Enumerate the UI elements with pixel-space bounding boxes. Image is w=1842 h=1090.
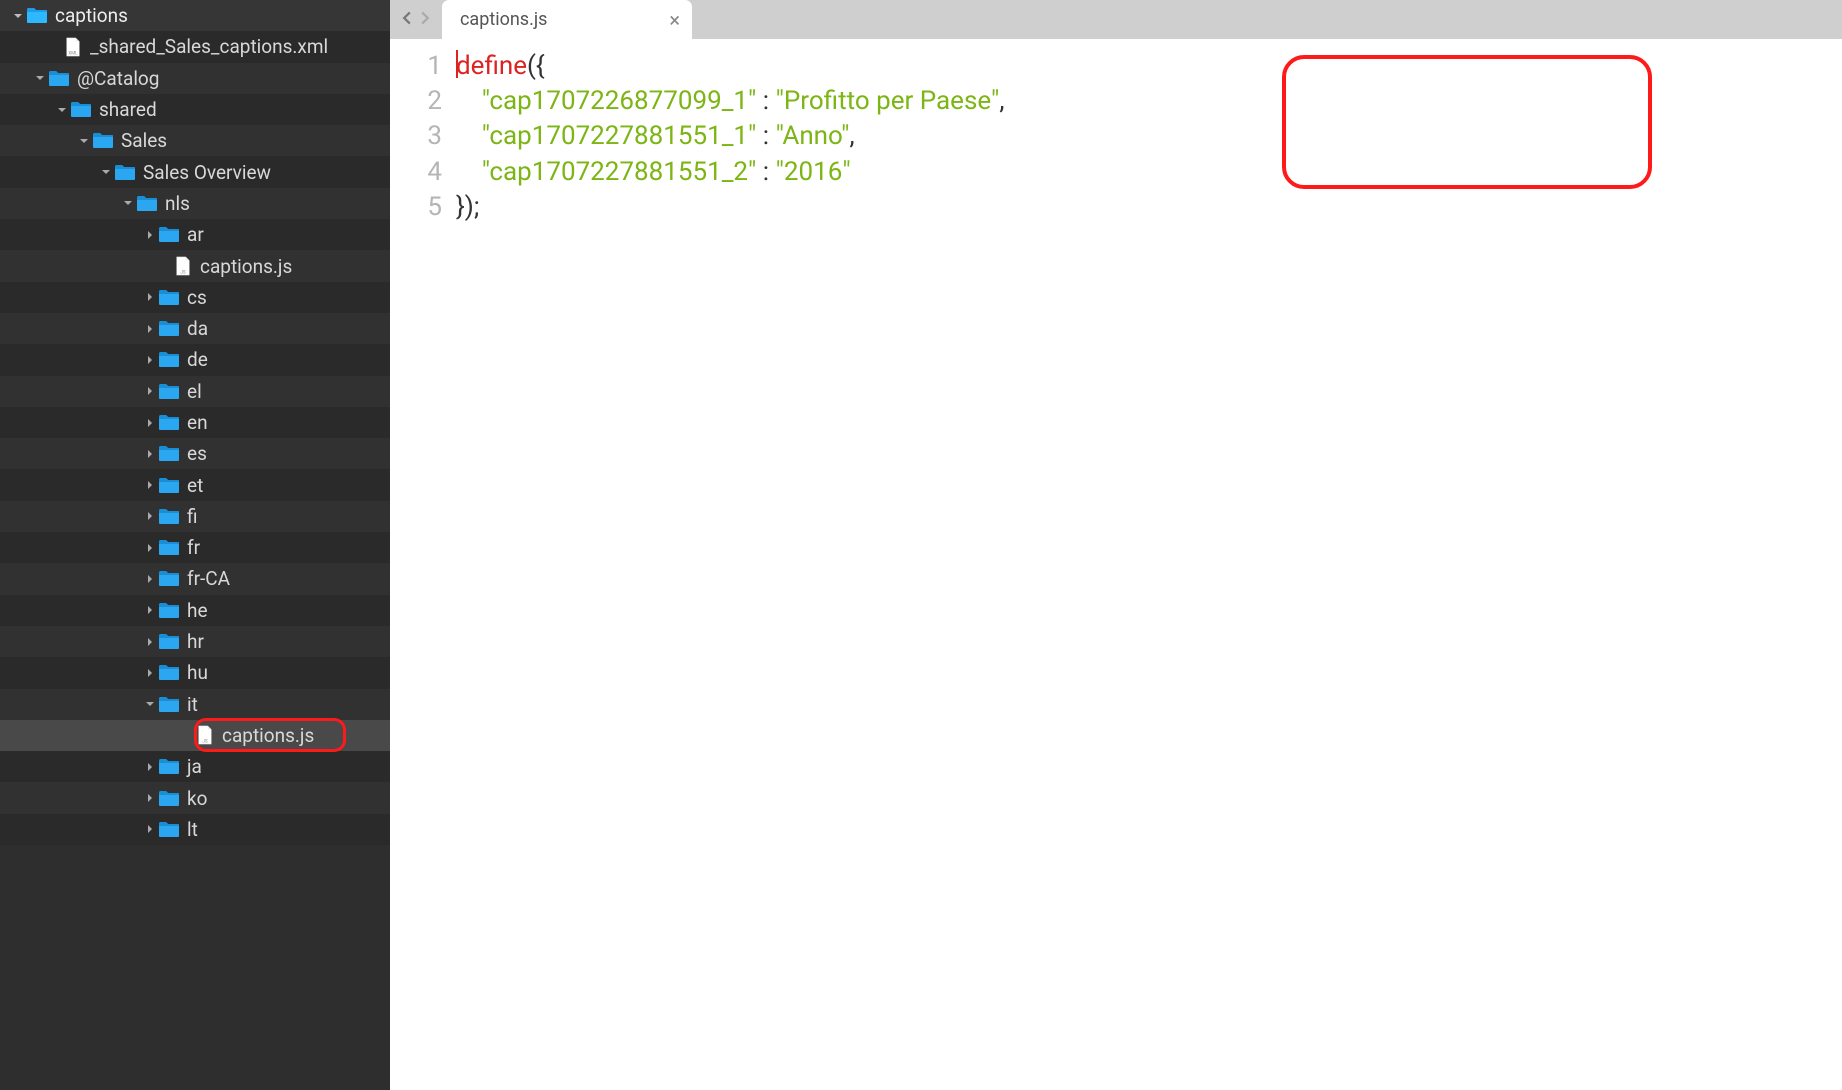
tree-item-label: da	[187, 317, 208, 340]
tree-item-label: et	[187, 474, 203, 497]
tree-item-label: Sales	[121, 129, 167, 152]
code-line: define({	[456, 49, 1842, 84]
tree-item-label: lt	[187, 818, 198, 841]
tree-item-label: nls	[165, 192, 190, 215]
editor-pane: captions.js × 12345 define({ "cap1707226…	[390, 0, 1842, 1090]
tree-item-label: captions	[55, 4, 128, 27]
nav-arrows	[390, 0, 442, 39]
tree-item-da[interactable]: da	[0, 313, 390, 344]
tree-item-label: de	[187, 348, 208, 371]
code-content[interactable]: define({ "cap1707226877099_1" : "Profitt…	[456, 49, 1842, 1090]
nav-back-icon[interactable]	[400, 10, 414, 29]
tree-item-label: @Catalog	[77, 67, 159, 90]
code-line: "cap1707226877099_1" : "Profitto per Pae…	[456, 84, 1842, 119]
tree-item-Sales-Overview[interactable]: Sales Overview	[0, 156, 390, 187]
line-number: 4	[390, 155, 442, 190]
tree-item-hu[interactable]: hu	[0, 657, 390, 688]
tree-item-label: hr	[187, 630, 204, 653]
tree-item-label: fr-CA	[187, 567, 230, 590]
tree-item--Catalog[interactable]: @Catalog	[0, 63, 390, 94]
tree-item-label: fi	[187, 505, 198, 528]
tree-item-cs[interactable]: cs	[0, 282, 390, 313]
tree-item-fr-CA[interactable]: fr-CA	[0, 563, 390, 594]
tree-item-captions-js[interactable]: JS captions.js	[0, 720, 390, 751]
tree-item-lt[interactable]: lt	[0, 814, 390, 845]
tree-item-ja[interactable]: ja	[0, 751, 390, 782]
tree-item-label: ko	[187, 787, 207, 810]
tree-item-label: _shared_Sales_captions.xml	[90, 35, 328, 58]
tree-item-label: ja	[187, 755, 202, 778]
nav-forward-icon[interactable]	[418, 10, 432, 29]
close-icon[interactable]: ×	[669, 10, 680, 30]
line-gutter: 12345	[390, 49, 456, 1090]
tree-item--shared-Sales-captions-xml[interactable]: XML _shared_Sales_captions.xml	[0, 31, 390, 62]
tree-item-label: he	[187, 599, 208, 622]
tree-item-de[interactable]: de	[0, 344, 390, 375]
tree-item-fr[interactable]: fr	[0, 532, 390, 563]
tree-item-label: cs	[187, 286, 207, 309]
tree-item-label: es	[187, 442, 207, 465]
tree-item-label: en	[187, 411, 208, 434]
code-editor[interactable]: 12345 define({ "cap1707226877099_1" : "P…	[390, 39, 1842, 1090]
svg-text:JS: JS	[180, 269, 186, 275]
tree-item-label: it	[187, 693, 198, 716]
tree-item-en[interactable]: en	[0, 407, 390, 438]
code-line: });	[456, 190, 1842, 225]
tree-item-label: shared	[99, 98, 157, 121]
tree-item-nls[interactable]: nls	[0, 188, 390, 219]
tree-item-el[interactable]: el	[0, 376, 390, 407]
line-number: 1	[390, 49, 442, 84]
line-number: 2	[390, 84, 442, 119]
tree-item-label: captions.js	[222, 724, 314, 747]
tree-item-it[interactable]: it	[0, 689, 390, 720]
line-number: 3	[390, 119, 442, 154]
tree-item-he[interactable]: he	[0, 595, 390, 626]
tree-item-es[interactable]: es	[0, 438, 390, 469]
tree-item-label: captions.js	[200, 255, 292, 278]
code-line: "cap1707227881551_2" : "2016"	[456, 155, 1842, 190]
tree-item-label: hu	[187, 661, 208, 684]
tree-item-shared[interactable]: shared	[0, 94, 390, 125]
tree-item-label: Sales Overview	[143, 161, 271, 184]
tab-bar: captions.js ×	[390, 0, 1842, 39]
tab-captions-js[interactable]: captions.js ×	[442, 0, 692, 39]
tree-item-fi[interactable]: fi	[0, 501, 390, 532]
tree-item-label: fr	[187, 536, 200, 559]
tab-label: captions.js	[460, 9, 547, 30]
code-line: "cap1707227881551_1" : "Anno",	[456, 119, 1842, 154]
file-tree-sidebar[interactable]: captions XML _shared_Sales_captions.xml @Ca…	[0, 0, 390, 1090]
line-number: 5	[390, 190, 442, 225]
tree-item-label: ar	[187, 223, 204, 246]
tree-item-label: el	[187, 380, 202, 403]
tree-item-hr[interactable]: hr	[0, 626, 390, 657]
tree-item-Sales[interactable]: Sales	[0, 125, 390, 156]
tree-item-ko[interactable]: ko	[0, 782, 390, 813]
tree-item-captions[interactable]: captions	[0, 0, 390, 31]
svg-text:JS: JS	[202, 739, 208, 745]
tree-item-ar[interactable]: ar	[0, 219, 390, 250]
svg-text:XML: XML	[68, 50, 78, 56]
tree-item-et[interactable]: et	[0, 469, 390, 500]
tree-item-captions-js[interactable]: JS captions.js	[0, 250, 390, 281]
